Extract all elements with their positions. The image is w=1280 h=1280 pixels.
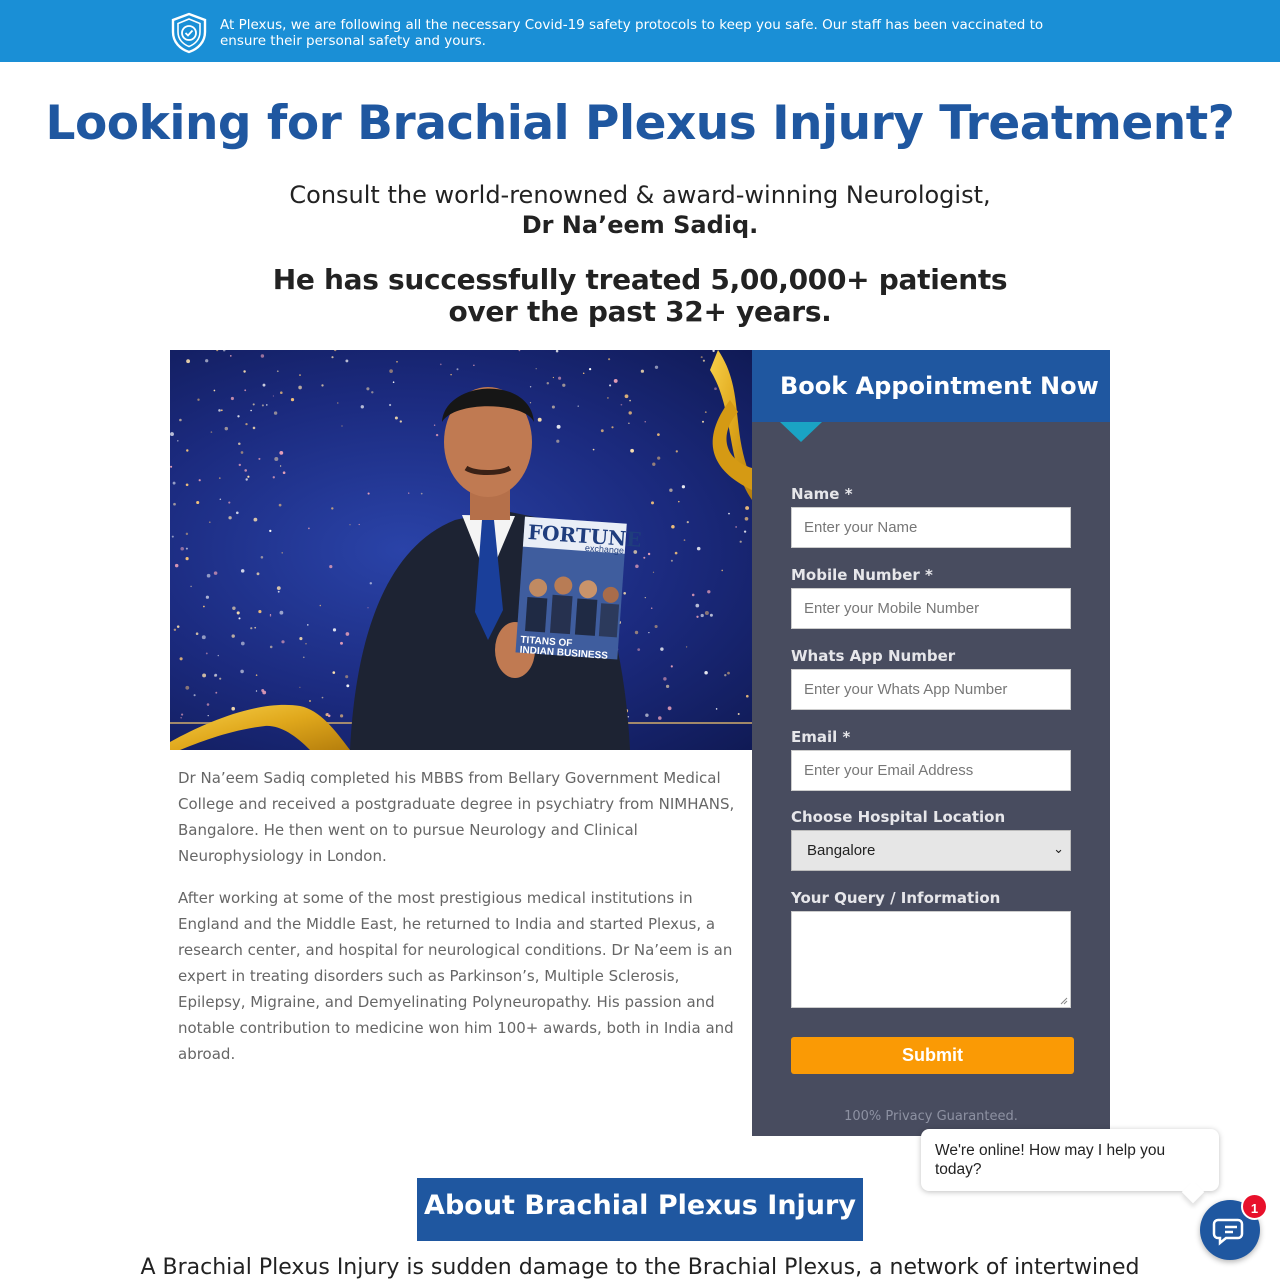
doctor-hero-image: FORTUNE exchange TITANS OF INDIAN BUSINE… — [170, 350, 752, 750]
covid-notice-bar: At Plexus, we are following all the nece… — [0, 0, 1280, 62]
resize-handle-icon[interactable] — [1060, 997, 1068, 1005]
chevron-down-icon: ⌄ — [1053, 841, 1064, 856]
form-title: Book Appointment Now — [752, 350, 1110, 422]
appointment-form: Book Appointment Now Name * Enter your N… — [752, 350, 1110, 1136]
hero-illustration: FORTUNE exchange TITANS OF INDIAN BUSINE… — [170, 350, 752, 750]
email-input[interactable]: Enter your Email Address — [791, 750, 1071, 791]
privacy-note: 100% Privacy Guaranteed. — [844, 1109, 1018, 1124]
query-label: Your Query / Information — [791, 889, 1001, 907]
submit-button[interactable]: Submit — [791, 1037, 1074, 1074]
patients-treated-text: He has successfully treated 5,00,000+ pa… — [272, 263, 1008, 328]
location-label: Choose Hospital Location — [791, 808, 1006, 826]
form-header-notch — [780, 422, 822, 442]
doctor-bio: Dr Na’eem Sadiq completed his MBBS from … — [178, 765, 740, 1083]
chat-greeting-bubble[interactable]: We're online! How may I help you today? — [921, 1129, 1219, 1204]
consult-text: Consult the world-renowned & award-winni… — [0, 180, 1280, 240]
name-label: Name * — [791, 485, 853, 503]
chat-unread-badge: 1 — [1241, 1193, 1268, 1220]
location-select[interactable]: Bangalore ⌄ — [791, 830, 1071, 871]
mobile-input[interactable]: Enter your Mobile Number — [791, 588, 1071, 629]
chat-message: We're online! How may I help you today? — [935, 1142, 1166, 1178]
name-input[interactable]: Enter your Name — [791, 507, 1071, 548]
about-intro-text: A Brachial Plexus Injury is sudden damag… — [140, 1255, 1140, 1280]
whatsapp-input[interactable]: Enter your Whats App Number — [791, 669, 1071, 710]
email-label: Email * — [791, 728, 851, 746]
whatsapp-label: Whats App Number — [791, 647, 956, 665]
bio-paragraph-2: After working at some of the most presti… — [178, 889, 734, 1063]
query-textarea[interactable] — [791, 911, 1071, 1008]
mobile-label: Mobile Number * — [791, 566, 933, 584]
consult-line: Consult the world-renowned & award-winni… — [289, 181, 991, 209]
bio-paragraph-1: Dr Na’eem Sadiq completed his MBBS from … — [178, 769, 735, 865]
about-section-heading: About Brachial Plexus Injury — [417, 1178, 863, 1241]
location-selected-value: Bangalore — [807, 842, 876, 859]
covid-notice-text: At Plexus, we are following all the nece… — [220, 17, 1044, 49]
page-title: Looking for Brachial Plexus Injury Treat… — [45, 96, 1235, 151]
doctor-name: Dr Na’eem Sadiq. — [521, 211, 759, 239]
shield-check-icon — [171, 12, 207, 54]
